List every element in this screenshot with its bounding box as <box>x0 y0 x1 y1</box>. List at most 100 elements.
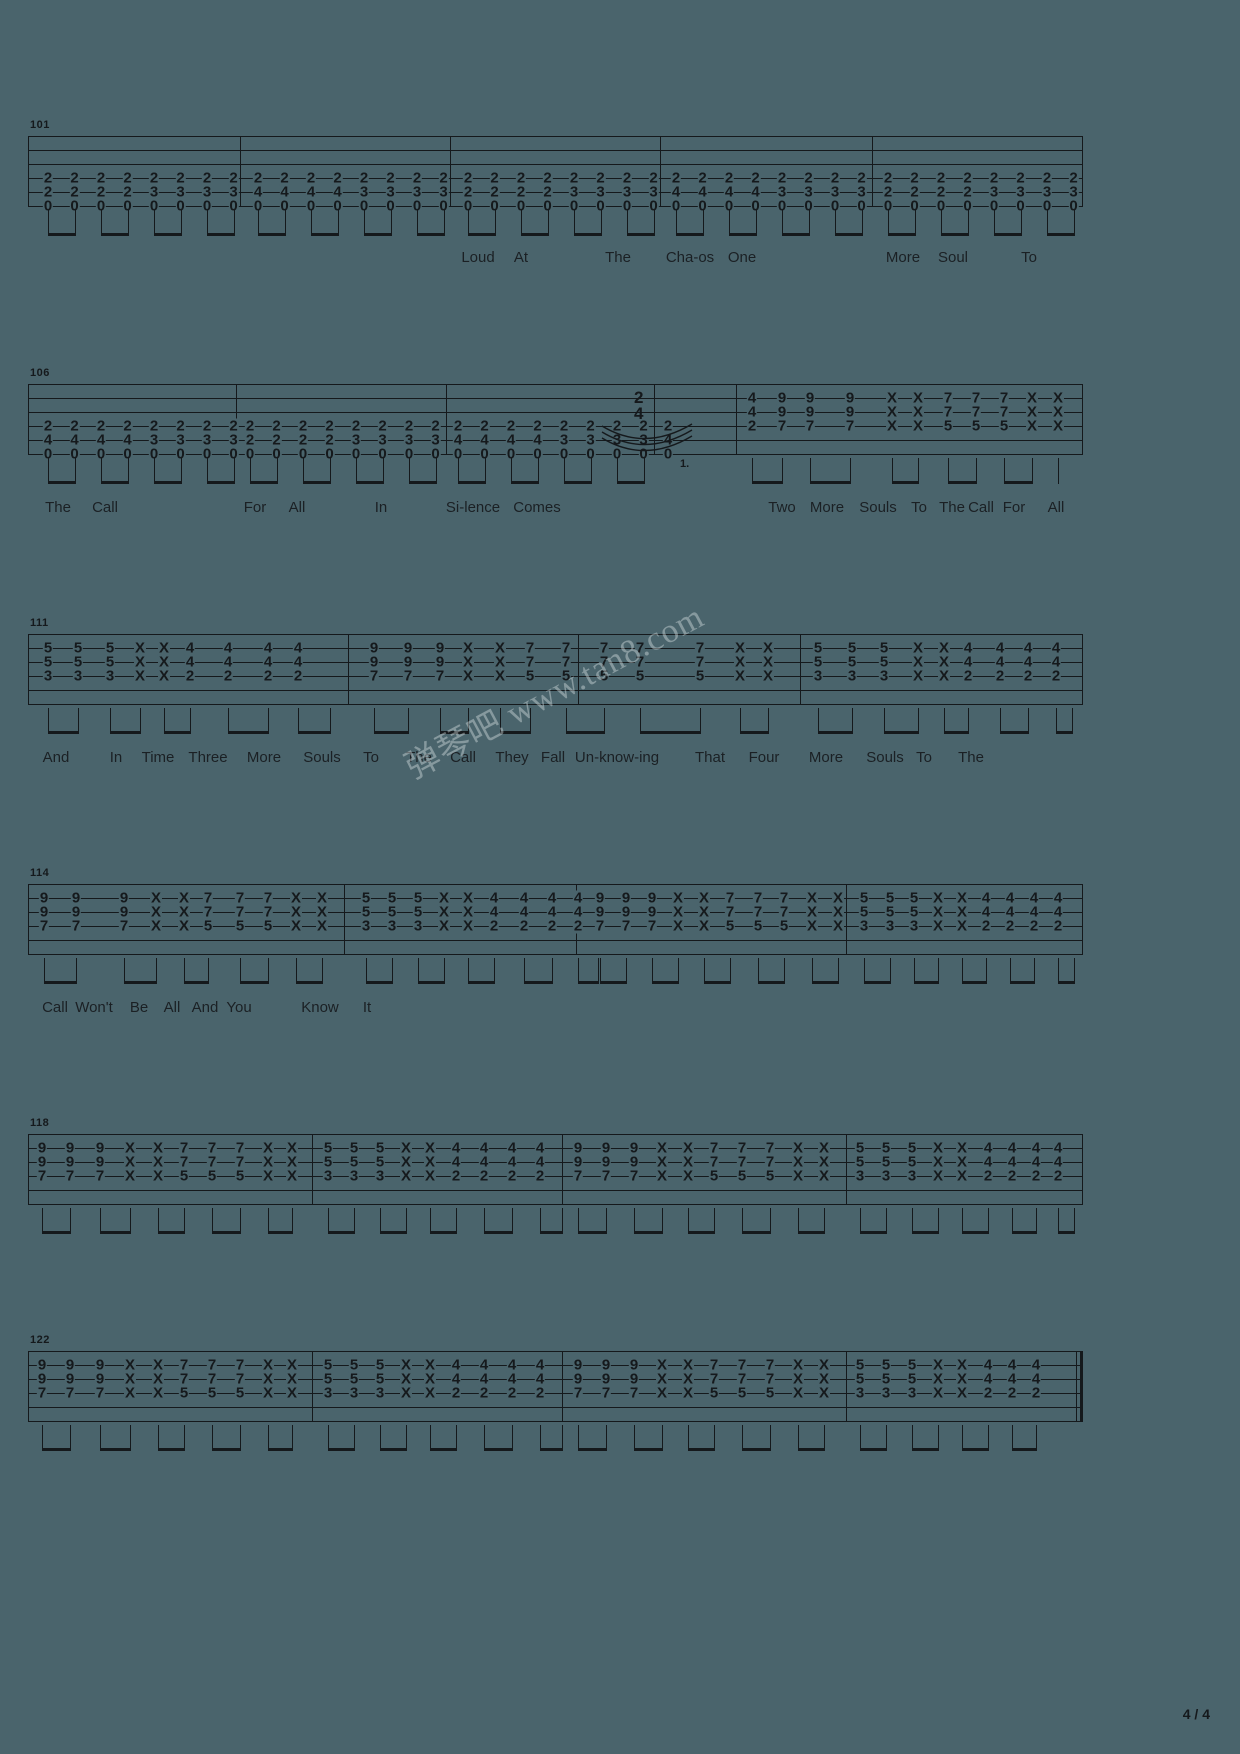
staff-left-barline <box>28 384 29 455</box>
note-beam <box>124 981 157 984</box>
note-beam <box>154 233 182 236</box>
lyric-syllable: That <box>694 749 726 766</box>
tab-fret-number: X <box>681 1384 695 1402</box>
tab-fret-number: 0 <box>662 445 674 463</box>
lyric-syllable: Soul <box>937 249 969 266</box>
tab-fret-number: X <box>831 917 845 935</box>
note-beam <box>688 1231 715 1234</box>
tab-fret-number: X <box>423 1167 437 1185</box>
tab-fret-number: 2 <box>982 1384 994 1402</box>
tab-fret-number: 3 <box>412 917 424 935</box>
note-beam <box>100 1448 131 1451</box>
note-beam <box>380 1231 407 1234</box>
tab-fret-number: 2 <box>1006 1167 1018 1185</box>
staff-line <box>28 690 1083 691</box>
staff-left-barline <box>28 884 29 955</box>
tab-fret-number: X <box>123 1384 137 1402</box>
staff-left-barline <box>28 136 29 207</box>
note-beam <box>418 981 445 984</box>
tab-fret-number: 2 <box>1030 1384 1042 1402</box>
note-beam <box>417 233 445 236</box>
note-beam <box>303 481 331 484</box>
lyric-syllable: More <box>885 249 921 266</box>
note-beam <box>1000 731 1029 734</box>
tab-fret-number: 5 <box>234 917 246 935</box>
note-beam <box>860 1448 887 1451</box>
measure-number: 111 <box>30 617 49 629</box>
tab-fret-number: 7 <box>368 667 380 685</box>
note-beam <box>409 481 437 484</box>
tab-fret-number: 7 <box>36 1167 48 1185</box>
tab-fret-number: X <box>399 1384 413 1402</box>
tab-fret-number: 2 <box>1052 1167 1064 1185</box>
tab-fret-number: 2 <box>534 1167 546 1185</box>
tab-fret-number: 3 <box>348 1167 360 1185</box>
tab-fret-number: 3 <box>880 1167 892 1185</box>
lyric-syllable: To <box>911 499 927 516</box>
lyric-syllable: Call <box>968 499 994 516</box>
tab-fret-number: 7 <box>804 417 816 435</box>
measure-barline <box>800 634 801 705</box>
tab-fret-number: 5 <box>178 1384 190 1402</box>
tab-fret-number: X <box>655 1167 669 1185</box>
tab-fret-number: X <box>911 417 925 435</box>
lyric-syllable: More <box>246 749 282 766</box>
note-beam <box>704 981 731 984</box>
note-beam <box>484 1231 513 1234</box>
tab-fret-number: 3 <box>386 917 398 935</box>
tab-fret-number: X <box>315 917 329 935</box>
note-beam <box>380 1448 407 1451</box>
measure-barline <box>562 1134 563 1205</box>
lyric-syllable: The <box>45 499 71 516</box>
note-beam <box>640 731 701 734</box>
lyric-syllable: Know <box>301 999 339 1016</box>
tab-fret-number: 3 <box>72 667 84 685</box>
tab-fret-number: 5 <box>234 1384 246 1402</box>
staff-line <box>28 1407 1083 1408</box>
note-beam <box>101 481 129 484</box>
staff-line <box>28 940 1083 941</box>
note-beam <box>42 1231 71 1234</box>
lyric-syllable: One <box>727 249 757 266</box>
tab-fret-number: 5 <box>942 417 954 435</box>
tab-fret-number: 7 <box>38 917 50 935</box>
tab-fret-number: 3 <box>854 1384 866 1402</box>
measure-barline <box>312 1351 313 1422</box>
tab-fret-number: X <box>931 1167 945 1185</box>
tab-fret-number: 7 <box>36 1384 48 1402</box>
note-beam <box>1056 731 1073 734</box>
tab-fret-number: X <box>423 1384 437 1402</box>
tab-fret-number: 7 <box>572 1384 584 1402</box>
note-beam <box>864 981 891 984</box>
tab-fret-number: X <box>399 1167 413 1185</box>
staff-line <box>28 426 1083 427</box>
tab-fret-number: X <box>761 667 775 685</box>
measure-barline <box>348 634 349 705</box>
tab-fret-number: 5 <box>752 917 764 935</box>
tab-fret-number: 2 <box>478 1384 490 1402</box>
tab-fret-number: 5 <box>998 417 1010 435</box>
measure-barline <box>450 136 451 207</box>
lyric-syllable: Call <box>450 749 476 766</box>
tab-fret-number: 2 <box>994 667 1006 685</box>
tab-fret-number: 5 <box>708 1167 720 1185</box>
note-beam <box>100 1231 131 1234</box>
tab-fret-number: X <box>733 667 747 685</box>
staff-left-barline <box>28 1351 29 1422</box>
tab-staff: 2402402402402302302302302202202202202302… <box>28 384 1083 484</box>
tab-fret-number: X <box>817 1167 831 1185</box>
tab-fret-number: 5 <box>634 667 646 685</box>
tab-fret-number: 2 <box>962 667 974 685</box>
tab-fret-number: X <box>697 917 711 935</box>
measure-number: 106 <box>30 367 50 379</box>
note-beam <box>468 233 496 236</box>
measure-barline <box>562 1351 563 1422</box>
tab-fret-number: 5 <box>598 667 610 685</box>
tab-fret-number: 5 <box>970 417 982 435</box>
note-beam <box>962 1448 989 1451</box>
note-beam <box>798 1448 825 1451</box>
tab-fret-number: 5 <box>778 917 790 935</box>
note-beam <box>110 731 141 734</box>
staff-line <box>28 634 1083 635</box>
note-beam <box>627 233 655 236</box>
